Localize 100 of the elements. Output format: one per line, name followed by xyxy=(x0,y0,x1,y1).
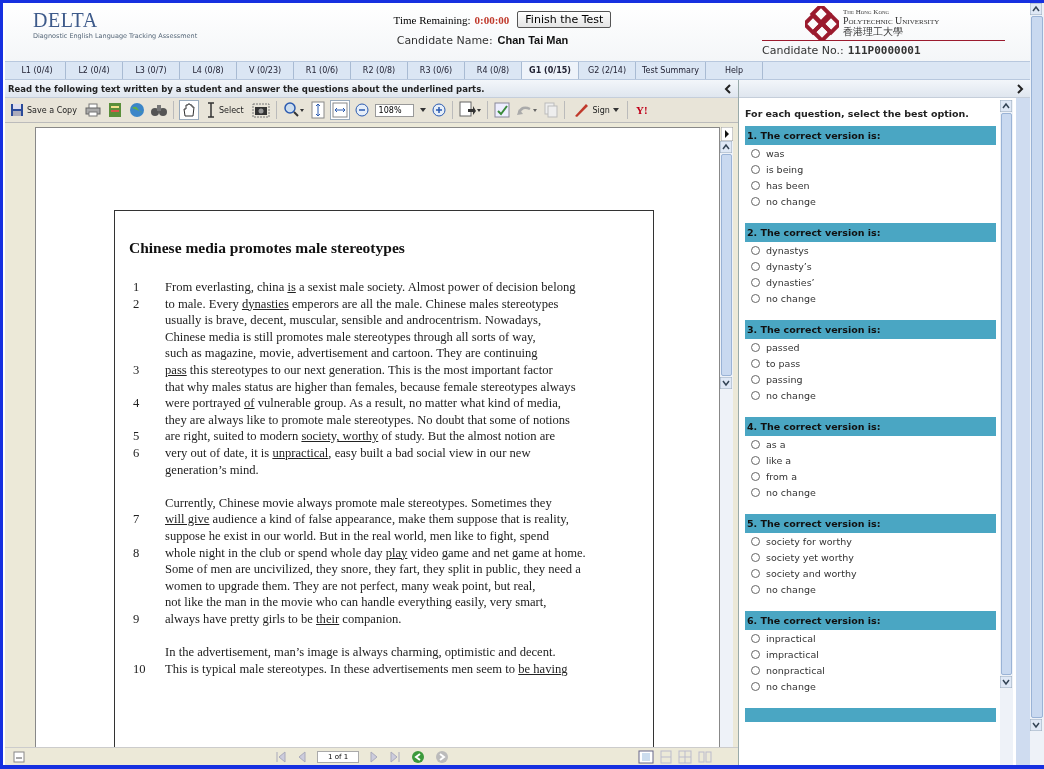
yahoo-button[interactable]: Y! xyxy=(633,104,650,116)
scrollbar[interactable] xyxy=(720,141,733,747)
select-tool-button[interactable]: Select xyxy=(203,102,246,118)
section-tab[interactable]: R1 (0/6) xyxy=(294,62,351,79)
radio-button[interactable] xyxy=(751,665,760,675)
zoom-in-icon[interactable] xyxy=(282,102,305,118)
radio-button[interactable] xyxy=(751,390,760,400)
fit-height-icon[interactable] xyxy=(310,101,325,119)
option-label[interactable]: like a xyxy=(766,454,792,466)
first-page-icon[interactable] xyxy=(275,750,287,763)
option-label[interactable]: society and worthy xyxy=(766,567,857,579)
save-copy-button[interactable]: Save a Copy xyxy=(8,103,79,117)
radio-button[interactable] xyxy=(751,180,760,190)
radio-button[interactable] xyxy=(751,439,760,449)
radio-button[interactable] xyxy=(751,245,760,255)
radio-button[interactable] xyxy=(751,261,760,271)
scrollbar[interactable] xyxy=(1000,100,1013,765)
radio-button[interactable] xyxy=(751,196,760,206)
scroll-thumb[interactable] xyxy=(1001,113,1012,675)
back-icon[interactable] xyxy=(411,749,426,764)
radio-button[interactable] xyxy=(751,568,760,578)
radio-button[interactable] xyxy=(751,342,760,352)
globe-icon[interactable] xyxy=(128,102,145,118)
option-label[interactable]: is being xyxy=(766,163,804,175)
spellcheck-icon[interactable] xyxy=(494,102,511,118)
option-label[interactable]: dynasty’s xyxy=(766,260,812,272)
collapse-left-icon[interactable] xyxy=(724,83,732,94)
document-icon[interactable] xyxy=(106,102,123,118)
forward-icon[interactable] xyxy=(435,749,450,764)
scroll-up-icon[interactable] xyxy=(720,141,732,153)
scroll-thumb[interactable] xyxy=(1031,16,1043,718)
section-tab[interactable]: G2 (2/14) xyxy=(579,62,636,79)
option-label[interactable]: nonpractical xyxy=(766,664,825,676)
radio-button[interactable] xyxy=(751,374,760,384)
option-label[interactable]: no change xyxy=(766,292,816,304)
camera-icon[interactable] xyxy=(251,102,270,118)
section-tab[interactable]: R2 (0/8) xyxy=(351,62,408,79)
expand-panel-icon[interactable] xyxy=(721,127,733,141)
option-label[interactable]: as a xyxy=(766,438,786,450)
undo-icon[interactable] xyxy=(516,103,539,117)
radio-button[interactable] xyxy=(751,471,760,481)
radio-button[interactable] xyxy=(751,681,760,691)
option-label[interactable]: society yet worthy xyxy=(766,551,854,563)
next-page-icon[interactable] xyxy=(369,750,380,763)
binoculars-icon[interactable] xyxy=(150,103,167,117)
scroll-down-icon[interactable] xyxy=(720,377,732,389)
radio-button[interactable] xyxy=(751,649,760,659)
option-label[interactable]: dynasties’ xyxy=(766,276,815,288)
section-tab[interactable]: L3 (0/7) xyxy=(123,62,180,79)
zoom-out-icon[interactable] xyxy=(354,103,369,117)
scroll-up-icon[interactable] xyxy=(1000,100,1012,112)
option-label[interactable]: no change xyxy=(766,680,816,692)
radio-button[interactable] xyxy=(751,633,760,643)
last-page-icon[interactable] xyxy=(389,750,402,763)
scroll-down-icon[interactable] xyxy=(1000,676,1012,688)
radio-button[interactable] xyxy=(751,455,760,465)
window-scrollbar[interactable] xyxy=(1030,3,1044,765)
scroll-thumb[interactable] xyxy=(721,154,732,376)
printer-icon[interactable] xyxy=(84,103,101,117)
radio-button[interactable] xyxy=(751,148,760,158)
radio-button[interactable] xyxy=(751,536,760,546)
section-tab[interactable]: Test Summary xyxy=(636,62,706,79)
zoom-in-icon[interactable] xyxy=(432,103,447,117)
expand-right-icon[interactable] xyxy=(1016,83,1024,94)
option-label[interactable]: passing xyxy=(766,373,803,385)
option-label[interactable]: passed xyxy=(766,341,800,353)
option-label[interactable]: to pass xyxy=(766,357,801,369)
scroll-up-icon[interactable] xyxy=(1030,3,1042,15)
radio-button[interactable] xyxy=(751,164,760,174)
fit-width-icon[interactable] xyxy=(330,101,349,119)
option-label[interactable]: no change xyxy=(766,389,816,401)
section-tab[interactable]: R3 (0/6) xyxy=(408,62,465,79)
option-label[interactable]: no change xyxy=(766,583,816,595)
scroll-down-icon[interactable] xyxy=(1030,719,1042,731)
section-tab[interactable]: L4 (0/8) xyxy=(180,62,237,79)
dropdown-caret-icon[interactable] xyxy=(420,108,427,112)
section-tab[interactable]: L1 (0/4) xyxy=(9,62,66,79)
single-page-icon[interactable] xyxy=(638,749,654,764)
radio-button[interactable] xyxy=(751,552,760,562)
option-label[interactable]: no change xyxy=(766,486,816,498)
page-icon[interactable] xyxy=(13,750,25,763)
option-label[interactable]: inpractical xyxy=(766,632,816,644)
finish-test-button[interactable]: Finish the Test xyxy=(517,11,612,28)
section-tab[interactable]: Help xyxy=(706,62,763,79)
radio-button[interactable] xyxy=(751,487,760,497)
section-tab[interactable]: G1 (0/15) xyxy=(522,62,579,79)
option-label[interactable]: was xyxy=(766,147,785,159)
option-label[interactable]: no change xyxy=(766,195,816,207)
radio-button[interactable] xyxy=(751,584,760,594)
radio-button[interactable] xyxy=(751,293,760,303)
option-label[interactable]: has been xyxy=(766,179,810,191)
option-label[interactable]: from a xyxy=(766,470,797,482)
previous-page-icon[interactable] xyxy=(297,750,307,763)
sign-button[interactable]: Sign xyxy=(571,102,621,118)
zoom-field[interactable]: 108% xyxy=(374,103,415,117)
pages-icon[interactable] xyxy=(459,101,482,119)
section-tab[interactable]: L2 (0/4) xyxy=(66,62,123,79)
radio-button[interactable] xyxy=(751,277,760,287)
radio-button[interactable] xyxy=(751,358,760,368)
section-tab[interactable]: V (0/23) xyxy=(237,62,294,79)
